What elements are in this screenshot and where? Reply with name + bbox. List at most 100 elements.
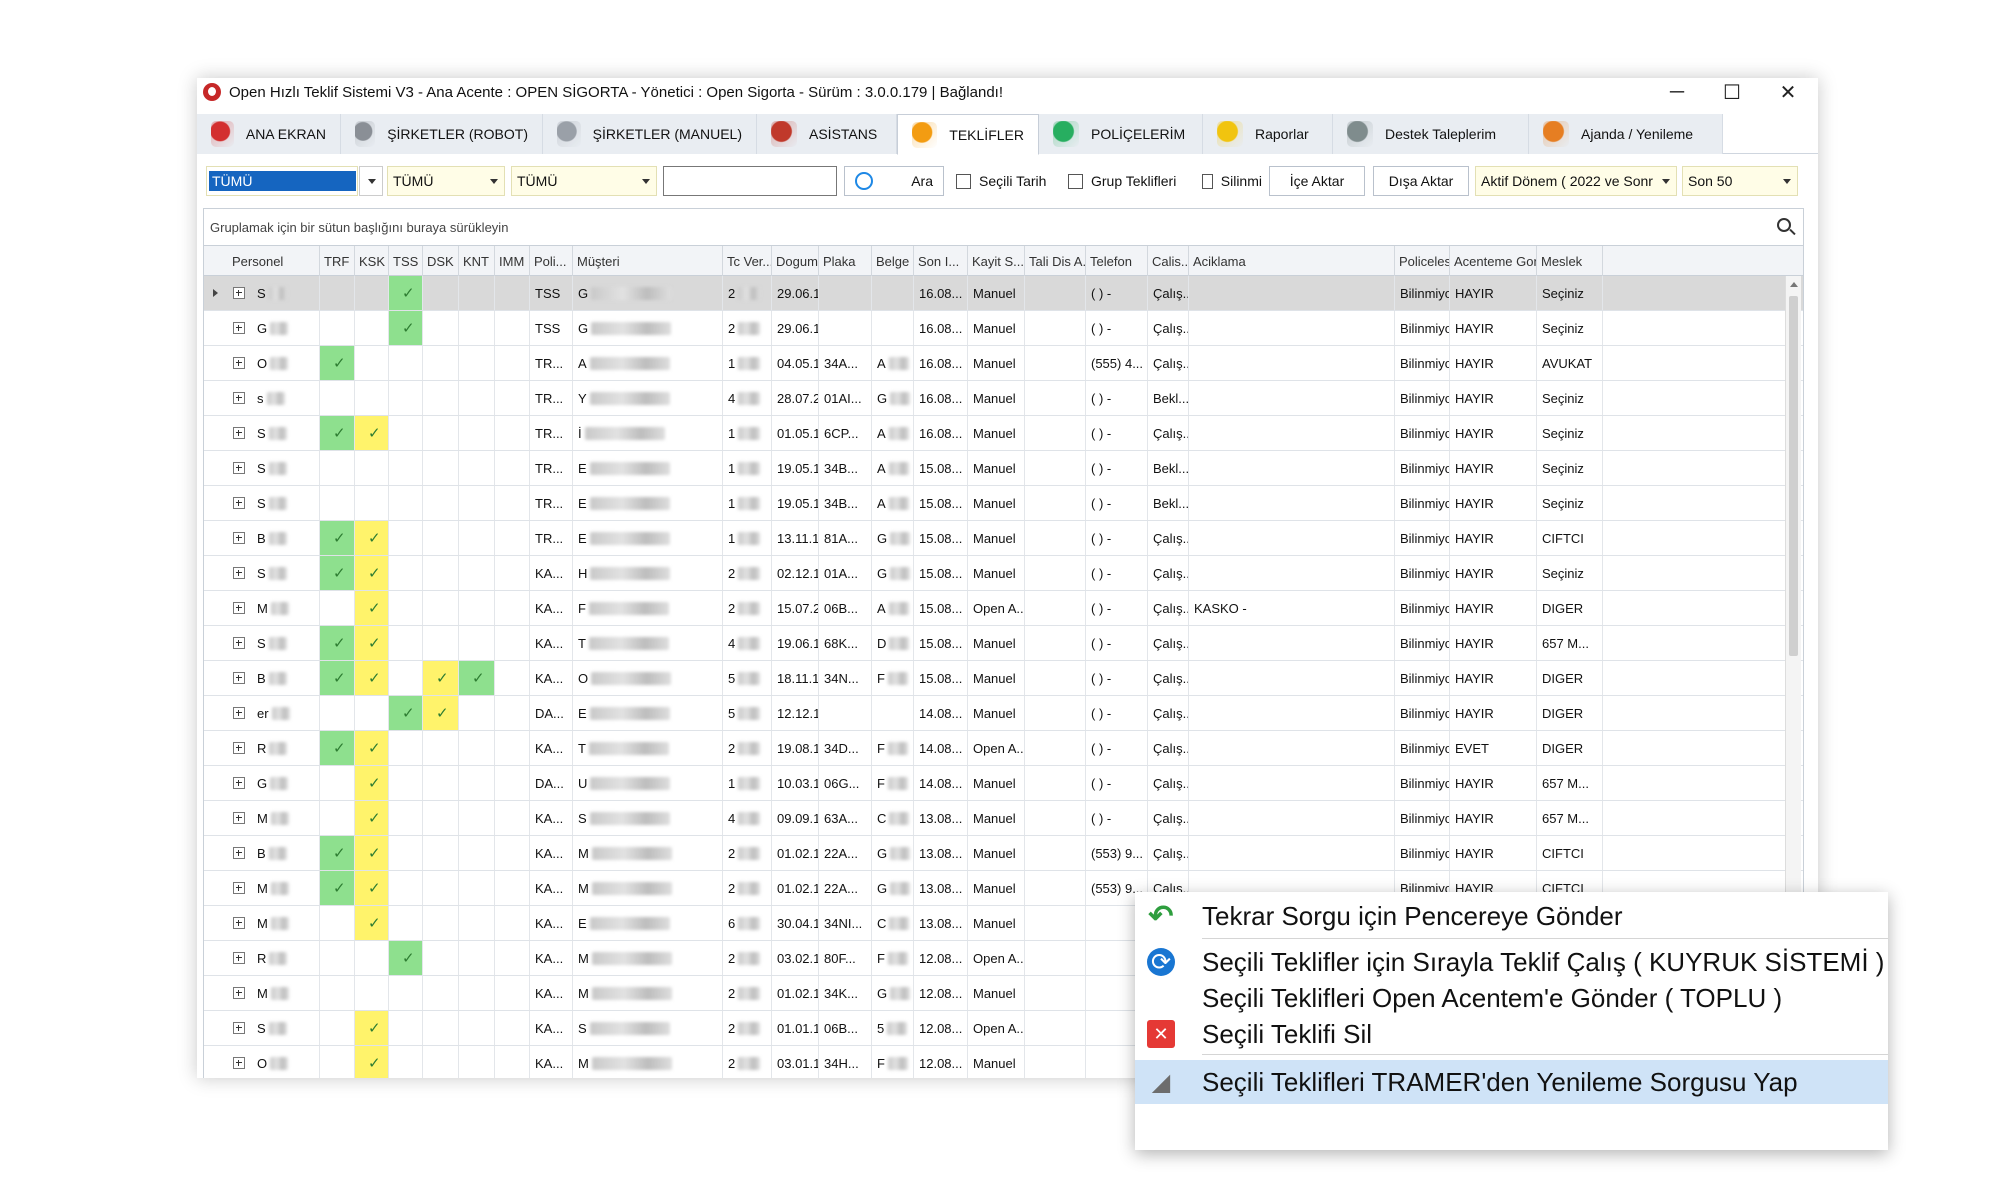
cell-dogum[interactable]: 12.12.1... (772, 696, 819, 730)
expand-cell[interactable] (228, 731, 252, 765)
cell-personel[interactable]: S (252, 1011, 320, 1045)
cell-tali[interactable] (1025, 276, 1086, 310)
expand-cell[interactable] (228, 311, 252, 345)
expand-plus-icon[interactable] (233, 917, 245, 929)
cell-plaka[interactable]: 22A... (819, 836, 872, 870)
cell-dsk[interactable] (423, 591, 459, 625)
table-row[interactable]: S ✓ ✓ TR... İ 1 01.05.1... 6CP... A 16.08... Manue… (204, 416, 1803, 451)
cell-dogum[interactable]: 30.04.1... (772, 906, 819, 940)
cell-aciklama[interactable] (1189, 416, 1395, 450)
cell-tc[interactable]: 4 (723, 626, 772, 660)
cell-tali[interactable] (1025, 486, 1086, 520)
cell-calisma[interactable]: Çalış... (1148, 591, 1189, 625)
expand-plus-icon[interactable] (233, 1057, 245, 1069)
cell-poli[interactable]: KA... (530, 801, 573, 835)
column-header-police[interactable]: Policeles... (1395, 246, 1450, 276)
cell-trf[interactable] (320, 276, 355, 310)
cell-knt[interactable] (459, 731, 495, 765)
cell-imm[interactable] (495, 381, 530, 415)
cell-belge[interactable]: G (872, 871, 914, 905)
cell-plaka[interactable]: 06B... (819, 1011, 872, 1045)
cell-telefon[interactable]: ( ) - (1086, 451, 1148, 485)
cell-calisma[interactable]: Çalış... (1148, 661, 1189, 695)
cell-meslek[interactable]: Seçiniz (1537, 451, 1603, 485)
cell-dogum[interactable]: 18.11.1... (772, 661, 819, 695)
cell-musteri[interactable]: İ (573, 416, 723, 450)
table-row[interactable]: R ✓ ✓ KA... T 2 19.08.1... 34D... F 14.08... Open … (204, 731, 1803, 766)
cell-poli[interactable]: TR... (530, 451, 573, 485)
expand-plus-icon[interactable] (233, 497, 245, 509)
column-header-ksk[interactable]: KSK (355, 246, 389, 276)
cell-son-islem[interactable]: 15.08... (914, 451, 968, 485)
cell-acente[interactable]: HAYIR (1450, 556, 1537, 590)
cell-tali[interactable] (1025, 696, 1086, 730)
cell-personel[interactable]: O (252, 1046, 320, 1078)
cell-ksk[interactable] (355, 381, 389, 415)
cell-dsk[interactable] (423, 381, 459, 415)
cell-knt[interactable] (459, 381, 495, 415)
cell-knt[interactable]: ✓ (459, 661, 495, 695)
cell-kayit[interactable]: Manuel (968, 976, 1025, 1010)
cell-personel[interactable]: B (252, 521, 320, 555)
cell-tss[interactable] (389, 591, 423, 625)
cell-plaka[interactable] (819, 276, 872, 310)
cell-poli[interactable]: TR... (530, 346, 573, 380)
cell-ksk[interactable] (355, 276, 389, 310)
cell-police[interactable]: Bilinmiyor (1395, 311, 1450, 345)
cell-personel[interactable]: G (252, 311, 320, 345)
cell-tss[interactable]: ✓ (389, 941, 423, 975)
cell-imm[interactable] (495, 346, 530, 380)
cell-tss[interactable] (389, 626, 423, 660)
cell-trf[interactable] (320, 1046, 355, 1078)
cell-meslek[interactable]: AVUKAT (1537, 346, 1603, 380)
cell-trf[interactable]: ✓ (320, 626, 355, 660)
cell-calisma[interactable]: Çalış... (1148, 626, 1189, 660)
cell-plaka[interactable]: 34D... (819, 731, 872, 765)
cell-imm[interactable] (495, 871, 530, 905)
cell-tss[interactable]: ✓ (389, 311, 423, 345)
cell-aciklama[interactable] (1189, 346, 1395, 380)
cell-dsk[interactable] (423, 346, 459, 380)
cell-police[interactable]: Bilinmiyor (1395, 521, 1450, 555)
cell-poli[interactable]: KA... (530, 661, 573, 695)
cell-son-islem[interactable]: 15.08... (914, 626, 968, 660)
cell-tss[interactable]: ✓ (389, 276, 423, 310)
cell-kayit[interactable]: Manuel (968, 521, 1025, 555)
cell-aciklama[interactable] (1189, 276, 1395, 310)
limit-dropdown[interactable]: Son 50 (1682, 166, 1798, 196)
cell-poli[interactable]: TSS (530, 311, 573, 345)
cell-tss[interactable] (389, 871, 423, 905)
cell-ksk[interactable] (355, 346, 389, 380)
cell-police[interactable]: Bilinmiyor (1395, 486, 1450, 520)
cell-telefon[interactable]: ( ) - (1086, 556, 1148, 590)
cell-police[interactable]: Bilinmiyor (1395, 766, 1450, 800)
cell-plaka[interactable]: 22A... (819, 871, 872, 905)
cell-tali[interactable] (1025, 311, 1086, 345)
cell-ksk[interactable] (355, 976, 389, 1010)
cell-musteri[interactable]: M (573, 941, 723, 975)
cell-acente[interactable]: HAYIR (1450, 416, 1537, 450)
cell-knt[interactable] (459, 1046, 495, 1078)
cell-calisma[interactable]: Bekl... (1148, 381, 1189, 415)
cell-tc[interactable]: 5 (723, 696, 772, 730)
cell-plaka[interactable]: 34NI... (819, 906, 872, 940)
table-row[interactable]: B ✓ ✓ KA... M 2 01.02.1... 22A... G 13.08... Manue… (204, 836, 1803, 871)
cell-kayit[interactable]: Manuel (968, 906, 1025, 940)
cell-acente[interactable]: EVET (1450, 731, 1537, 765)
cell-belge[interactable]: 5 (872, 1011, 914, 1045)
cell-plaka[interactable]: 34B... (819, 451, 872, 485)
cell-dogum[interactable]: 01.02.1... (772, 976, 819, 1010)
cell-aciklama[interactable] (1189, 486, 1395, 520)
cell-imm[interactable] (495, 486, 530, 520)
cell-trf[interactable]: ✓ (320, 346, 355, 380)
cell-calisma[interactable]: Çalış... (1148, 346, 1189, 380)
cell-tc[interactable]: 2 (723, 1046, 772, 1078)
cell-telefon[interactable]: ( ) - (1086, 801, 1148, 835)
cell-dsk[interactable] (423, 836, 459, 870)
cell-ksk[interactable]: ✓ (355, 871, 389, 905)
menu-tramer-renewal-item[interactable]: ◢ Seçili Teklifleri TRAMER'den Yenileme S… (1135, 1060, 1888, 1104)
cell-dogum[interactable]: 03.02.1... (772, 941, 819, 975)
cell-trf[interactable] (320, 801, 355, 835)
table-row[interactable]: er ✓ ✓ DA... E 5 12.12.1... 14.08... Manuel ( ) -… (204, 696, 1803, 731)
cell-ksk[interactable]: ✓ (355, 836, 389, 870)
